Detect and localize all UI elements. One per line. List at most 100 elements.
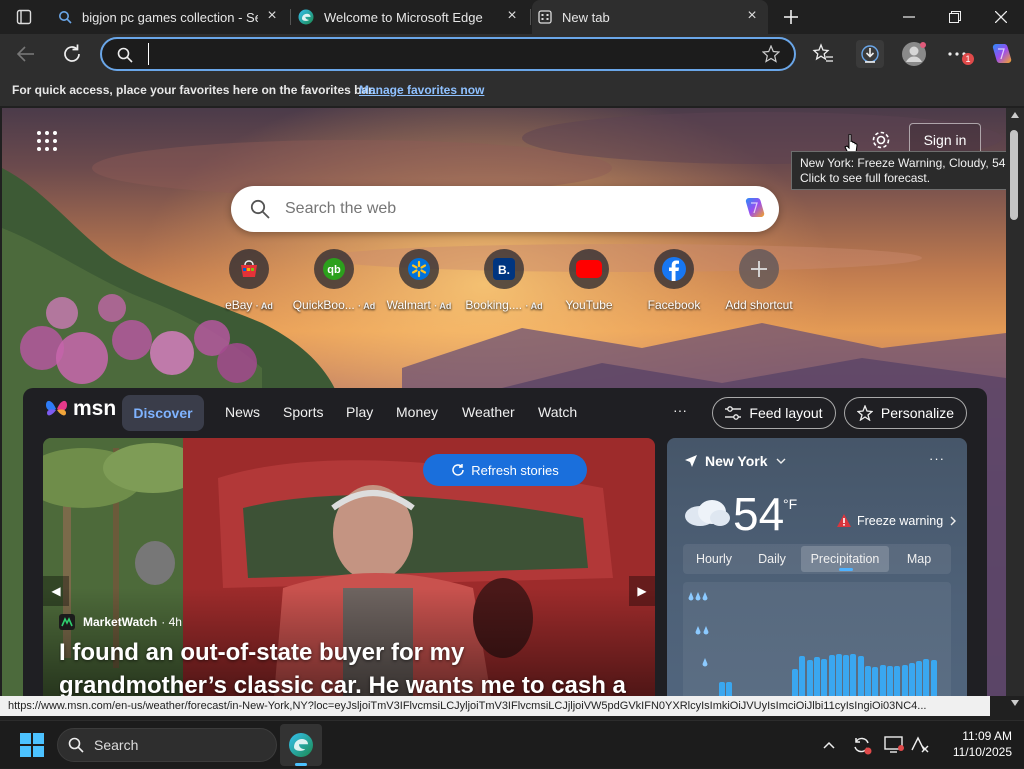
nav-watch[interactable]: Watch <box>538 404 577 420</box>
story-headline[interactable]: I found an out-of-state buyer for my gra… <box>59 636 639 696</box>
download-icon <box>861 45 879 63</box>
ad-label: · Ad <box>434 301 452 311</box>
start-button[interactable] <box>12 721 52 769</box>
page-scrollbar[interactable] <box>1006 108 1024 706</box>
tab-search[interactable]: bigjon pc games collection - Sear × <box>50 0 288 34</box>
nav-weather[interactable]: Weather <box>462 404 515 420</box>
refresh-button[interactable] <box>60 42 84 71</box>
new-tab-button[interactable] <box>768 0 814 34</box>
taskbar-edge-button[interactable] <box>280 724 322 766</box>
tab-actions-menu[interactable] <box>2 0 46 34</box>
clock-date: 11/10/2025 <box>952 745 1012 759</box>
nav-discover[interactable]: Discover <box>122 395 204 431</box>
shortcut-booking[interactable]: B. Booking.... · Ad <box>459 249 549 312</box>
ebay-icon <box>229 249 269 289</box>
volume-network-button[interactable] <box>908 721 932 769</box>
taskbar-search-box[interactable]: Search <box>57 728 277 762</box>
precip-bar <box>843 655 850 696</box>
favorite-star-icon[interactable] <box>762 45 780 63</box>
tab-map[interactable]: Map <box>891 546 947 572</box>
new-tab-page: Sign in New York: Freeze Warning, Cloudy… <box>2 108 1006 696</box>
display-button[interactable] <box>882 721 906 769</box>
nav-play[interactable]: Play <box>346 404 373 420</box>
close-tab-icon[interactable]: × <box>504 8 520 24</box>
marketwatch-logo-icon <box>59 614 75 630</box>
precip-bar <box>923 659 930 696</box>
edge-icon <box>298 9 314 25</box>
nav-sports[interactable]: Sports <box>283 404 323 420</box>
network-off-icon <box>911 736 929 753</box>
favorites-button[interactable] <box>812 43 834 70</box>
precip-bar <box>908 663 915 696</box>
tab-label: New tab <box>562 9 610 25</box>
prev-story-button[interactable]: ◀ <box>43 576 69 606</box>
avatar <box>902 42 926 66</box>
shortcut-facebook[interactable]: Facebook <box>629 249 719 312</box>
tab-daily[interactable]: Daily <box>745 546 799 572</box>
plus-icon <box>784 10 798 24</box>
precip-bar <box>850 654 857 696</box>
back-arrow-icon <box>16 46 34 62</box>
shortcut-youtube[interactable]: YouTube <box>544 249 634 312</box>
next-story-button[interactable]: ▶ <box>629 576 655 606</box>
downloads-button[interactable] <box>856 40 884 68</box>
address-input[interactable] <box>148 43 748 65</box>
search-icon <box>117 47 133 63</box>
facebook-icon <box>654 249 694 289</box>
tab-new-tab[interactable]: New tab × <box>532 0 768 34</box>
scroll-thumb[interactable] <box>1010 130 1018 220</box>
precip-bar <box>879 665 886 696</box>
freeze-warning-alert[interactable]: Freeze warning <box>837 514 957 528</box>
svg-text:B.: B. <box>498 263 510 277</box>
add-shortcut-button[interactable]: Add shortcut <box>714 249 804 312</box>
svg-text:qb: qb <box>327 264 341 276</box>
weather-more-button[interactable]: ··· <box>929 451 945 466</box>
taskbar: Search 11:09 AM 11/10/2025 <box>0 720 1024 768</box>
manage-favorites-link[interactable]: Manage favorites now <box>359 83 484 97</box>
msn-logo[interactable]: msn <box>44 396 116 422</box>
scroll-up-arrow[interactable] <box>1011 112 1019 118</box>
restore-button[interactable] <box>932 0 978 34</box>
profile-button[interactable] <box>901 41 927 72</box>
web-search-input[interactable] <box>285 197 715 221</box>
copilot-button[interactable] <box>988 41 1014 72</box>
nav-money[interactable]: Money <box>396 404 438 420</box>
tab-welcome[interactable]: Welcome to Microsoft Edge × <box>292 0 528 34</box>
shortcut-quickbooks[interactable]: qb QuickBoo... · Ad <box>289 249 379 312</box>
weather-card[interactable]: New York ··· 54 °F Freeze warning Hourly… <box>667 438 967 696</box>
precip-bar <box>719 682 725 696</box>
story-source[interactable]: MarketWatch · 4h <box>59 614 182 630</box>
personalize-button[interactable]: Personalize <box>844 397 967 429</box>
close-tab-icon[interactable]: × <box>264 8 280 24</box>
precip-bar <box>865 666 871 696</box>
tab-hourly[interactable]: Hourly <box>685 546 743 572</box>
tooltip-line-2: Click to see full forecast. <box>800 171 931 185</box>
precip-bar <box>821 659 828 696</box>
nav-news[interactable]: News <box>225 404 260 420</box>
copilot-icon[interactable] <box>740 195 768 223</box>
settings-more-button[interactable]: 1 <box>946 43 974 70</box>
web-search-box[interactable] <box>231 186 779 232</box>
scroll-down-arrow[interactable] <box>1011 700 1019 706</box>
weather-location[interactable]: New York <box>685 453 786 469</box>
precip-bar <box>886 666 893 696</box>
plus-icon <box>739 249 779 289</box>
refresh-stories-button[interactable]: Refresh stories <box>423 454 587 486</box>
close-tab-icon[interactable]: × <box>744 8 760 24</box>
shortcut-walmart[interactable]: Walmart · Ad <box>374 249 464 312</box>
quickbooks-icon: qb <box>314 249 354 289</box>
back-button[interactable] <box>14 42 38 71</box>
search-icon <box>250 199 270 219</box>
feed-layout-button[interactable]: Feed layout <box>712 397 836 429</box>
shortcut-ebay[interactable]: eBay · Ad <box>204 249 294 312</box>
show-hidden-icons-button[interactable] <box>817 721 841 769</box>
system-clock[interactable]: 11:09 AM 11/10/2025 <box>942 728 1012 760</box>
gear-icon <box>872 131 890 149</box>
nav-more-button[interactable]: ··· <box>673 402 687 418</box>
apps-launcher-button[interactable] <box>36 130 58 157</box>
shortcut-label: Booking.... <box>465 298 523 312</box>
sync-status-button[interactable] <box>850 721 874 769</box>
close-window-button[interactable] <box>978 0 1024 34</box>
minimize-button[interactable] <box>886 0 932 34</box>
address-bar[interactable] <box>100 37 796 71</box>
